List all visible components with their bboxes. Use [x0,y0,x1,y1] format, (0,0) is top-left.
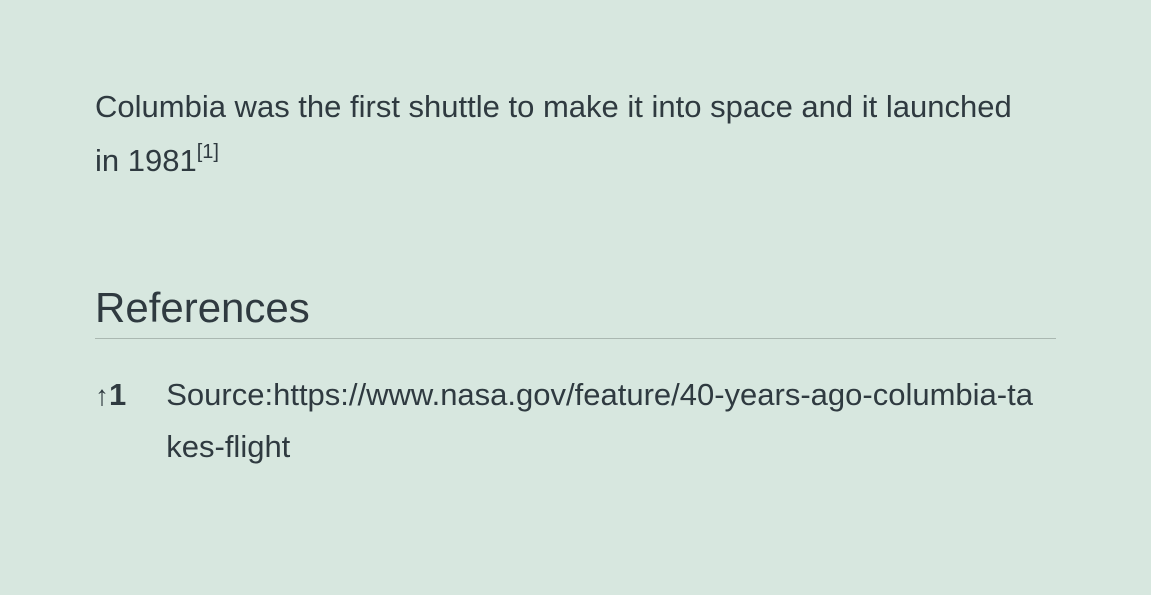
reference-number: 1 [109,369,126,422]
body-paragraph: Columbia was the first shuttle to make i… [95,80,1015,189]
reference-item: ↑1 Source:https://www.nasa.gov/feature/4… [95,369,1056,474]
reference-text: Source:https://www.nasa.gov/feature/40-y… [166,369,1046,474]
references-list: ↑1 Source:https://www.nasa.gov/feature/4… [95,369,1056,474]
paragraph-text: Columbia was the first shuttle to make i… [95,89,1012,178]
up-arrow-icon: ↑ [95,372,109,420]
references-heading: References [95,284,1056,339]
reference-backlink[interactable]: ↑1 [95,369,126,422]
citation-link[interactable]: [1] [197,141,219,163]
section-spacer [95,189,1056,284]
